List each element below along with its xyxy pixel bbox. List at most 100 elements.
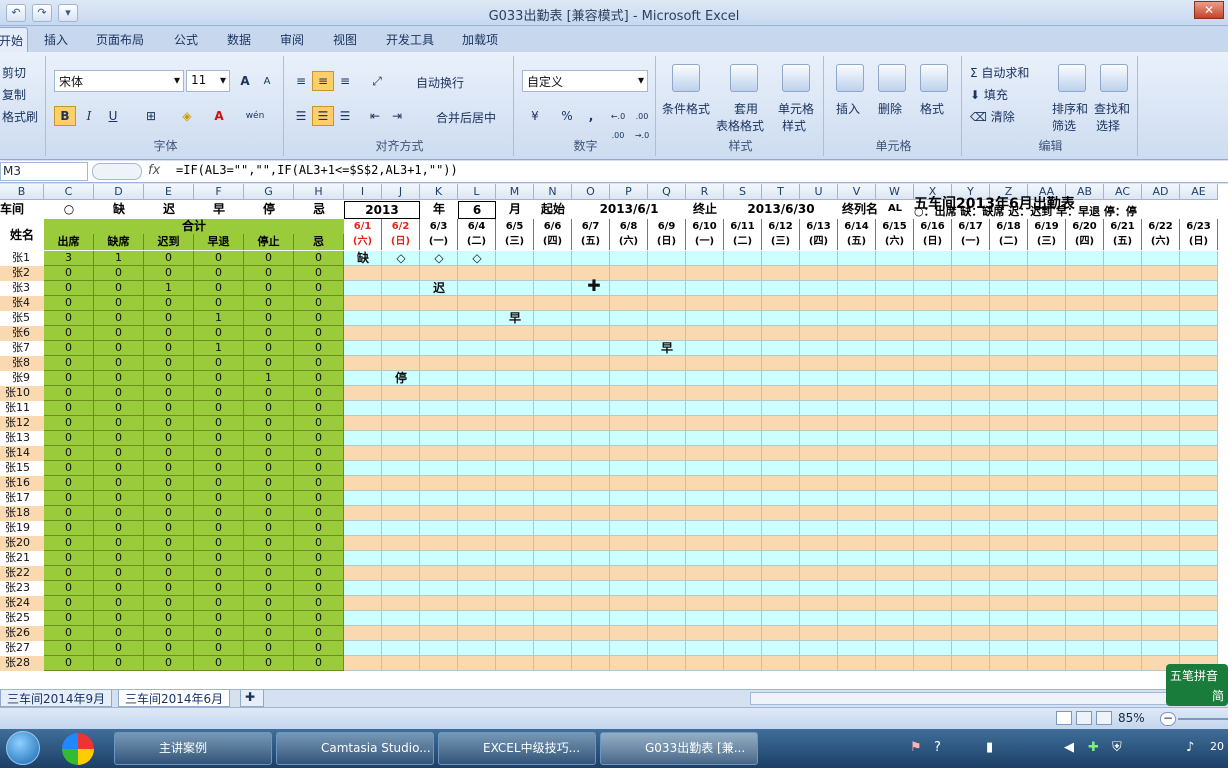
day-cell[interactable] — [382, 281, 420, 296]
shield-icon[interactable]: ⛨ — [1112, 740, 1122, 755]
day-cell[interactable] — [648, 431, 686, 446]
total-value[interactable]: 0 — [244, 266, 294, 281]
day-cell[interactable] — [952, 461, 990, 476]
day-cell[interactable] — [648, 311, 686, 326]
day-cell[interactable] — [800, 371, 838, 386]
day-cell[interactable] — [686, 611, 724, 626]
conditional-format-button[interactable]: 条件格式 — [662, 100, 710, 117]
total-value[interactable]: 0 — [44, 386, 94, 401]
day-cell[interactable] — [1180, 506, 1218, 521]
day-cell[interactable] — [762, 416, 800, 431]
format-cells-icon[interactable] — [920, 64, 948, 92]
day-cell[interactable] — [876, 401, 914, 416]
day-cell[interactable] — [838, 626, 876, 641]
day-cell[interactable] — [1028, 521, 1066, 536]
day-cell[interactable] — [838, 656, 876, 671]
day-cell[interactable] — [800, 266, 838, 281]
day-cell[interactable] — [800, 311, 838, 326]
total-value[interactable]: 0 — [94, 461, 144, 476]
day-cell[interactable] — [800, 386, 838, 401]
day-cell[interactable] — [1142, 506, 1180, 521]
day-cell[interactable] — [762, 596, 800, 611]
border-icon[interactable]: ⊞ — [140, 106, 162, 126]
day-cell[interactable] — [458, 476, 496, 491]
day-cell[interactable] — [458, 566, 496, 581]
total-value[interactable]: 0 — [294, 311, 344, 326]
day-cell[interactable] — [1028, 326, 1066, 341]
day-cell[interactable] — [1066, 356, 1104, 371]
total-value[interactable]: 0 — [144, 656, 194, 671]
day-cell[interactable] — [382, 356, 420, 371]
day-cell[interactable] — [344, 446, 382, 461]
day-cell[interactable] — [686, 431, 724, 446]
day-cell[interactable] — [800, 551, 838, 566]
day-cell[interactable] — [1142, 386, 1180, 401]
employee-name[interactable]: 张16 — [0, 476, 44, 491]
day-cell[interactable] — [762, 461, 800, 476]
day-cell[interactable] — [762, 251, 800, 266]
day-cell[interactable] — [724, 371, 762, 386]
total-value[interactable]: 0 — [194, 386, 244, 401]
day-cell[interactable] — [990, 551, 1028, 566]
day-cell[interactable] — [1028, 281, 1066, 296]
day-cell[interactable] — [648, 416, 686, 431]
day-cell[interactable] — [610, 566, 648, 581]
battery-icon[interactable]: ▮ — [986, 740, 993, 755]
day-cell[interactable] — [762, 551, 800, 566]
day-cell[interactable] — [724, 626, 762, 641]
day-cell[interactable] — [1180, 476, 1218, 491]
day-cell[interactable] — [496, 476, 534, 491]
day-cell[interactable] — [1066, 581, 1104, 596]
day-cell[interactable] — [420, 536, 458, 551]
day-cell[interactable] — [534, 566, 572, 581]
day-cell[interactable] — [1142, 491, 1180, 506]
day-cell[interactable] — [1066, 416, 1104, 431]
sheet-tab-jun[interactable]: 三车间2014年6月 — [118, 690, 231, 707]
day-cell[interactable] — [1180, 566, 1218, 581]
day-cell[interactable] — [648, 566, 686, 581]
day-cell[interactable] — [610, 536, 648, 551]
total-value[interactable]: 0 — [244, 521, 294, 536]
day-cell[interactable] — [990, 431, 1028, 446]
day-cell[interactable] — [1066, 626, 1104, 641]
total-value[interactable]: 0 — [144, 251, 194, 266]
day-cell[interactable] — [610, 356, 648, 371]
day-cell[interactable] — [1180, 596, 1218, 611]
attendance-mark[interactable]: 早 — [648, 341, 686, 356]
total-value[interactable]: 0 — [294, 626, 344, 641]
day-cell[interactable] — [876, 506, 914, 521]
day-cell[interactable] — [914, 371, 952, 386]
day-cell[interactable] — [1028, 626, 1066, 641]
day-cell[interactable] — [1180, 296, 1218, 311]
day-cell[interactable] — [648, 266, 686, 281]
day-cell[interactable] — [458, 551, 496, 566]
day-cell[interactable] — [1142, 296, 1180, 311]
total-value[interactable]: 0 — [44, 521, 94, 536]
employee-name[interactable]: 张24 — [0, 596, 44, 611]
day-cell[interactable] — [838, 386, 876, 401]
day-cell[interactable] — [572, 506, 610, 521]
day-cell[interactable] — [876, 416, 914, 431]
help-icon[interactable]: ? — [934, 740, 941, 755]
total-value[interactable]: 0 — [294, 536, 344, 551]
day-cell[interactable] — [344, 491, 382, 506]
day-cell[interactable] — [534, 431, 572, 446]
day-cell[interactable] — [534, 596, 572, 611]
day-cell[interactable] — [534, 581, 572, 596]
day-cell[interactable] — [610, 581, 648, 596]
total-value[interactable]: 0 — [194, 461, 244, 476]
day-cell[interactable] — [344, 311, 382, 326]
day-cell[interactable] — [724, 566, 762, 581]
day-cell[interactable] — [458, 626, 496, 641]
day-cell[interactable] — [800, 566, 838, 581]
day-cell[interactable] — [724, 656, 762, 671]
total-value[interactable]: 0 — [44, 506, 94, 521]
total-value[interactable]: 0 — [244, 356, 294, 371]
day-cell[interactable] — [876, 476, 914, 491]
font-size-select[interactable]: 11 ▾ — [186, 70, 230, 92]
day-cell[interactable] — [458, 431, 496, 446]
total-value[interactable]: 0 — [144, 416, 194, 431]
day-cell[interactable] — [534, 611, 572, 626]
day-cell[interactable] — [610, 311, 648, 326]
day-cell[interactable] — [914, 491, 952, 506]
